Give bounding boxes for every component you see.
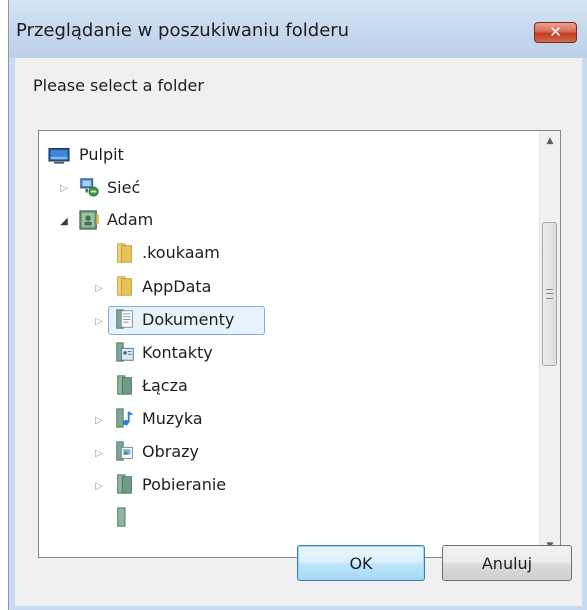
tree-item-label: Dokumenty	[142, 310, 235, 329]
expand-arrow-icon[interactable]: ▷	[94, 283, 104, 295]
links-icon	[117, 375, 132, 395]
tree-item-adam[interactable]: ◢ Adam	[39, 206, 539, 236]
tree-item-obrazy[interactable]: ▷ Obrazy	[39, 437, 539, 467]
tree-item-label: Adam	[107, 210, 154, 229]
prompt-label: Please select a folder	[33, 76, 204, 95]
tree-item-lacza[interactable]: Łącza	[39, 371, 539, 401]
tree-item-label: .koukaam	[142, 243, 220, 262]
documents-icon	[116, 309, 133, 329]
folder-tree[interactable]: Pulpit ▷ Sieć ◢ Adam .koukaam ▷ AppData …	[38, 130, 561, 558]
tree-item-label: Pulpit	[79, 145, 124, 164]
ok-button[interactable]: OK	[297, 545, 425, 581]
tree-item-dokumenty[interactable]: ▷ Dokumenty	[39, 305, 539, 335]
user-folder-icon	[79, 210, 100, 230]
vertical-scrollbar[interactable]: ▲ ▼	[539, 131, 560, 557]
tree-item-label: Łącza	[142, 376, 188, 395]
tree-item-koukaam[interactable]: .koukaam	[39, 239, 539, 269]
cancel-button[interactable]: Anuluj	[442, 545, 572, 581]
tree-item-partial	[39, 503, 539, 533]
grip-icon	[546, 289, 553, 299]
tree-item-label: Obrazy	[142, 442, 199, 461]
downloads-icon	[117, 474, 132, 494]
tree-item-pobieranie[interactable]: ▷ Pobieranie	[39, 470, 539, 500]
music-icon	[116, 408, 134, 428]
scrollbar-thumb[interactable]	[542, 222, 557, 366]
pictures-icon	[116, 441, 133, 461]
tree-item-label: Pobieranie	[142, 475, 227, 494]
expand-arrow-icon[interactable]: ▷	[94, 481, 104, 493]
tree-item-label: Muzyka	[142, 409, 203, 428]
network-icon	[80, 178, 99, 197]
scroll-up-arrow-icon[interactable]: ▲	[540, 131, 560, 152]
close-icon: ✕	[549, 23, 562, 41]
expand-arrow-icon[interactable]: ▷	[94, 448, 104, 460]
tree-item-label: Sieć	[107, 178, 141, 197]
desktop-icon	[48, 147, 70, 164]
folder-icon	[117, 276, 132, 296]
contacts-icon	[116, 342, 134, 362]
expand-arrow-icon[interactable]: ▷	[94, 415, 104, 427]
collapse-arrow-icon[interactable]: ◢	[59, 216, 69, 228]
title-bar[interactable]: Przeglądanie w poszukiwaniu folderu ✕	[9, 0, 587, 58]
tree-item-siec[interactable]: ▷ Sieć	[39, 173, 539, 203]
expand-arrow-icon[interactable]: ▷	[59, 183, 69, 195]
folder-icon	[117, 243, 132, 263]
tree-item-appdata[interactable]: ▷ AppData	[39, 272, 539, 302]
browse-folder-dialog: Przeglądanie w poszukiwaniu folderu ✕ Pl…	[8, 0, 587, 610]
tree-item-label: AppData	[142, 277, 212, 296]
expand-arrow-icon[interactable]: ▷	[94, 316, 104, 328]
tree-item-pulpit[interactable]: Pulpit	[39, 141, 539, 171]
tree-item-kontakty[interactable]: Kontakty	[39, 338, 539, 368]
tree-item-muzyka[interactable]: ▷ Muzyka	[39, 404, 539, 434]
folder-icon	[117, 507, 126, 527]
window-title: Przeglądanie w poszukiwaniu folderu	[16, 20, 350, 41]
dialog-content: Please select a folder Pulpit ▷ Sieć ◢ A…	[15, 58, 582, 606]
close-button[interactable]: ✕	[534, 22, 577, 43]
tree-item-label: Kontakty	[142, 343, 213, 362]
